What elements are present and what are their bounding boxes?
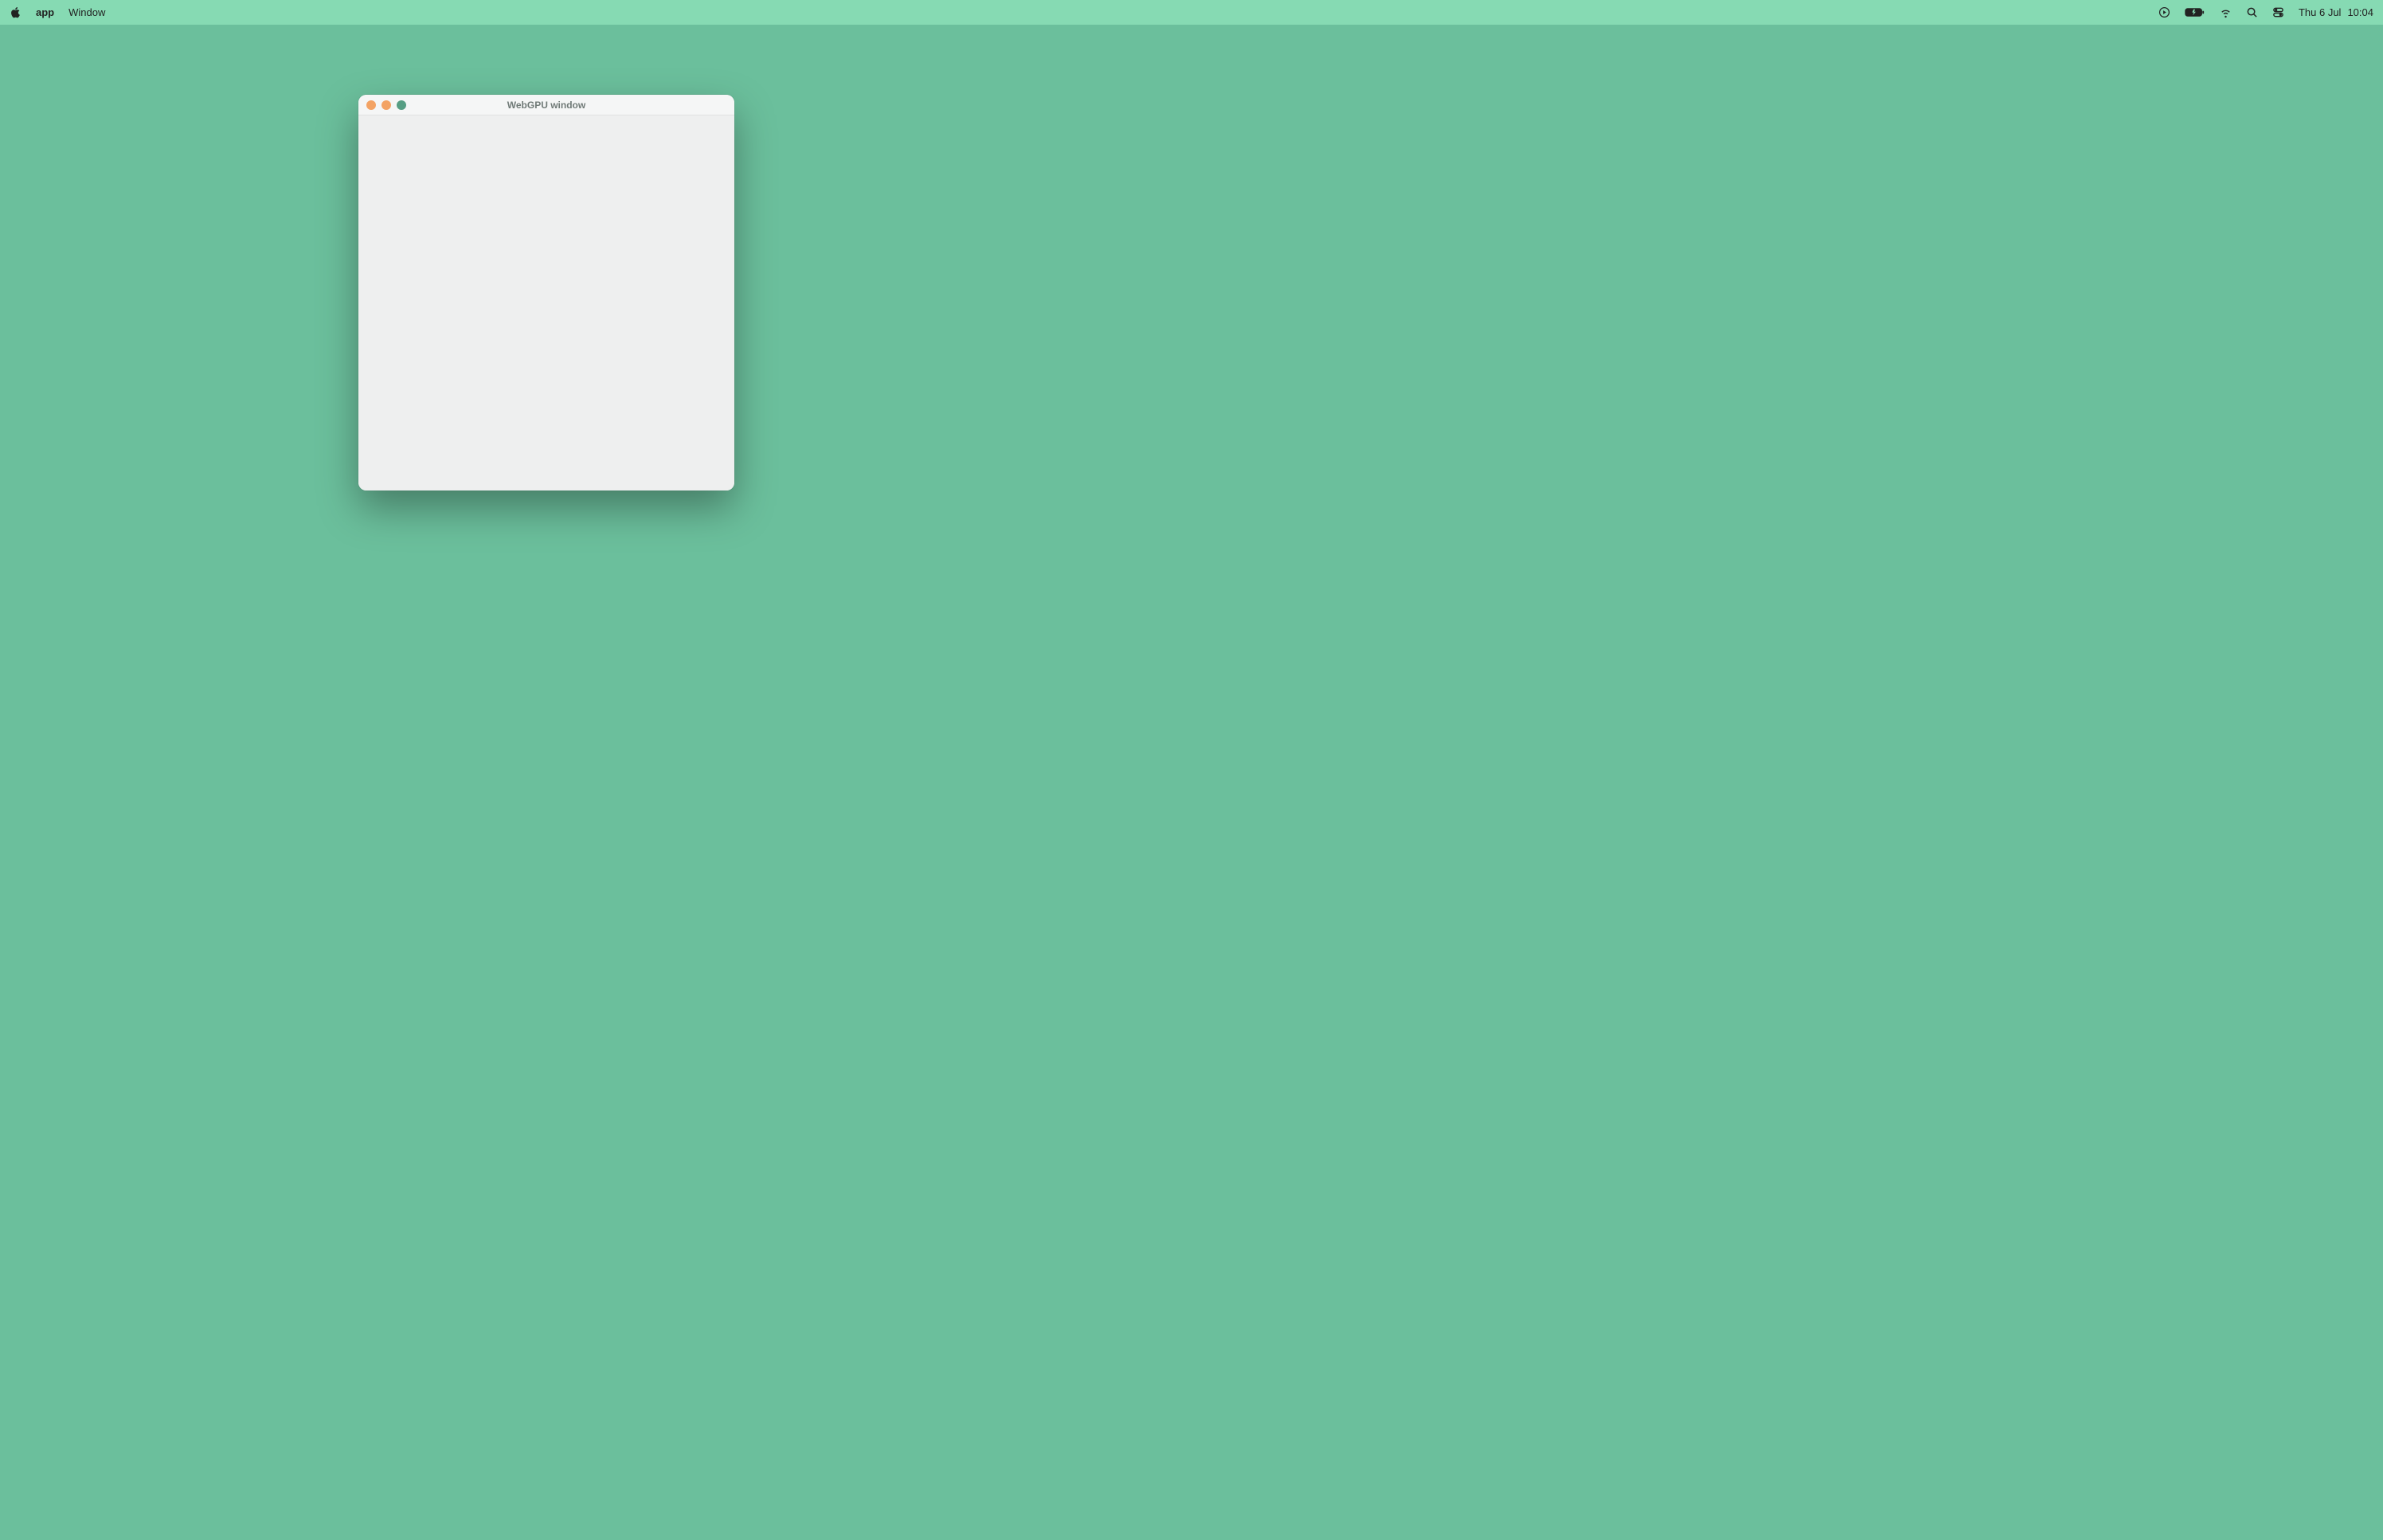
menubar-left: app Window bbox=[10, 6, 105, 18]
menubar-right: Thu 6 Jul 10:04 bbox=[2158, 6, 2373, 18]
window-title: WebGPU window bbox=[507, 100, 585, 111]
window-titlebar[interactable]: WebGPU window bbox=[358, 95, 734, 115]
app-window: WebGPU window bbox=[358, 95, 734, 491]
spotlight-search-icon[interactable] bbox=[2246, 6, 2258, 18]
menubar-datetime[interactable]: Thu 6 Jul 10:04 bbox=[2299, 6, 2373, 18]
media-playing-icon[interactable] bbox=[2158, 6, 2170, 18]
menubar-date: Thu 6 Jul bbox=[2299, 6, 2341, 18]
wifi-icon[interactable] bbox=[2220, 6, 2232, 18]
control-center-icon[interactable] bbox=[2272, 6, 2284, 18]
desktop-background: app Window Thu 6 Jul 10:04 bbox=[0, 0, 2383, 1540]
window-close-button[interactable] bbox=[366, 100, 376, 110]
window-zoom-button[interactable] bbox=[397, 100, 406, 110]
menubar-item-window[interactable]: Window bbox=[68, 6, 105, 18]
window-content-area bbox=[358, 115, 734, 491]
system-menubar: app Window Thu 6 Jul 10:04 bbox=[0, 0, 2383, 25]
window-minimize-button[interactable] bbox=[382, 100, 391, 110]
menubar-app-name[interactable]: app bbox=[36, 6, 54, 18]
battery-charging-icon[interactable] bbox=[2185, 7, 2205, 18]
apple-menu-icon[interactable] bbox=[10, 6, 22, 18]
menubar-time: 10:04 bbox=[2347, 6, 2373, 18]
window-traffic-lights bbox=[366, 100, 406, 110]
